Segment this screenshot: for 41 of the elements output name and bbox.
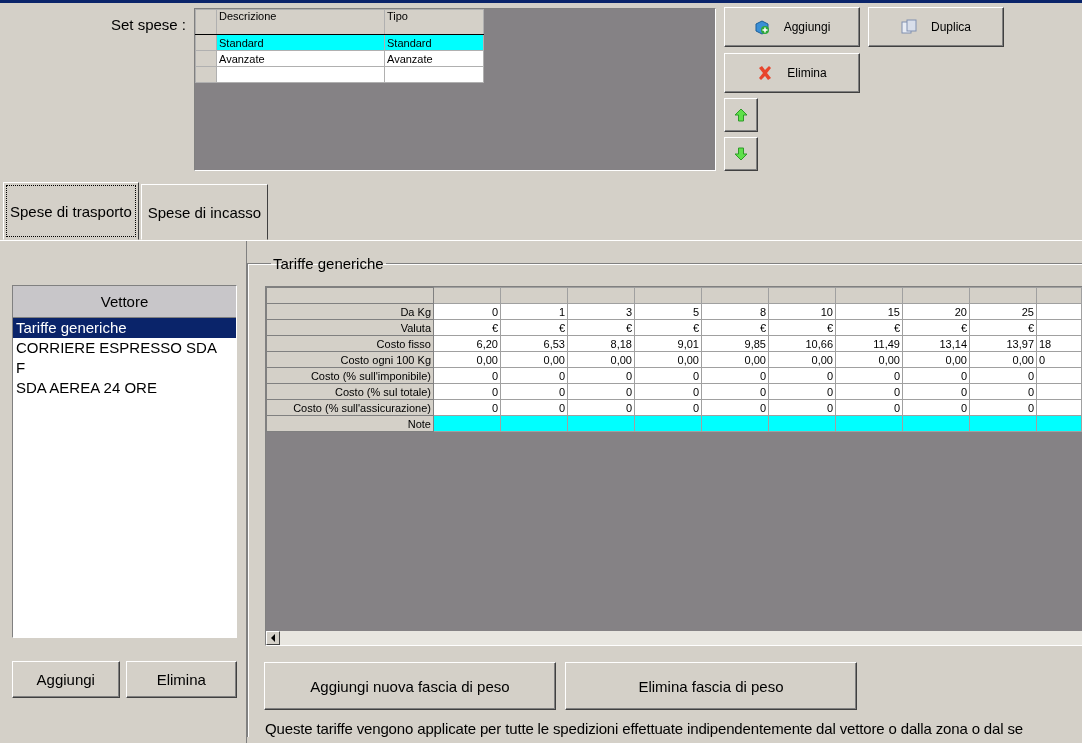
list-item[interactable]: SDA AEREA 24 ORE <box>13 378 236 398</box>
list-header: Vettore <box>13 286 236 318</box>
delete-band-button[interactable]: Elimina fascia di peso <box>565 662 857 710</box>
column-header[interactable] <box>835 287 903 304</box>
column-header[interactable] <box>1036 287 1082 304</box>
add-button[interactable]: Aggiungi <box>724 7 860 47</box>
info-text: Queste tariffe vengono applicate per tutte le spedizioni effettuate indipendentemente dal vettore o dalla zona o dal se <box>265 720 1024 737</box>
arrow-down-icon <box>734 147 748 161</box>
list-item[interactable]: CORRIERE ESPRESSO SDA F <box>13 338 236 378</box>
box-add-icon <box>753 19 770 35</box>
column-header[interactable]: Tipo <box>384 9 484 35</box>
column-header[interactable] <box>634 287 702 304</box>
table-cell[interactable] <box>384 66 484 83</box>
delete-button[interactable]: Elimina <box>724 53 860 93</box>
column-header[interactable] <box>500 287 568 304</box>
add-band-button[interactable]: Aggiungi nuova fascia di peso <box>264 662 556 710</box>
column-header[interactable] <box>902 287 970 304</box>
column-header[interactable] <box>433 287 501 304</box>
table-cell[interactable]: Avanzate <box>216 50 385 67</box>
list-item[interactable]: Tariffe generiche <box>13 318 236 338</box>
column-header[interactable] <box>969 287 1037 304</box>
arrow-up-icon <box>734 108 748 122</box>
move-up-button[interactable] <box>724 98 758 132</box>
group-title: Tariffe generiche <box>272 255 385 272</box>
column-header[interactable] <box>567 287 635 304</box>
scroll-left-icon[interactable] <box>270 634 276 642</box>
add-button[interactable]: Aggiungi <box>12 661 120 698</box>
column-header[interactable]: Descrizione <box>216 9 385 35</box>
column-header[interactable] <box>768 287 836 304</box>
field-label: Set spese : <box>110 16 186 33</box>
delete-button[interactable]: Elimina <box>125 661 237 698</box>
close-icon <box>757 65 774 81</box>
copy-icon <box>901 19 917 35</box>
move-down-button[interactable] <box>724 137 758 171</box>
table-cell[interactable] <box>216 66 385 83</box>
horizontal-scrollbar[interactable] <box>266 631 1082 645</box>
table-cell[interactable]: Avanzate <box>384 50 484 67</box>
column-header[interactable] <box>701 287 769 304</box>
tab[interactable]: Spese di trasporto <box>3 182 139 240</box>
duplicate-button[interactable]: Duplica <box>868 7 1004 47</box>
tab[interactable]: Spese di incasso <box>140 184 269 240</box>
